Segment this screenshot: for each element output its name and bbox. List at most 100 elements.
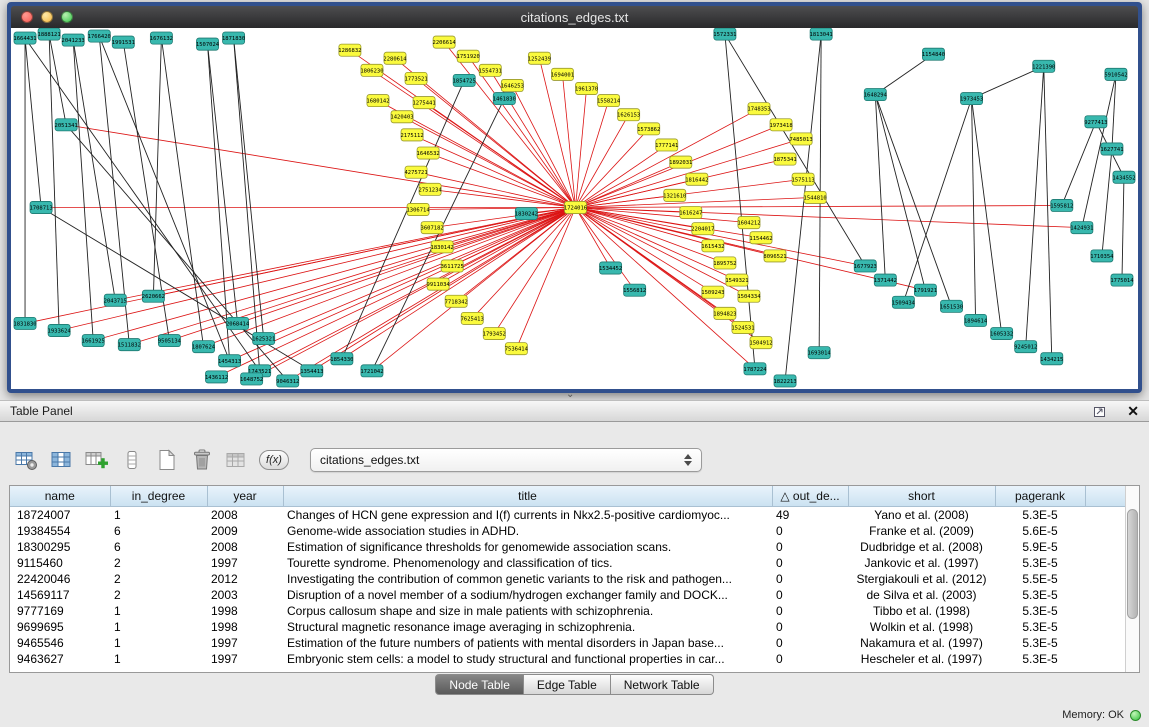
graph-node[interactable]: 2041233: [62, 34, 85, 46]
column-header-pagerank[interactable]: pagerank: [995, 486, 1085, 506]
table-row[interactable]: 2242004622012Investigating the contribut…: [10, 571, 1125, 587]
graph-node[interactable]: 1524531: [731, 321, 754, 333]
column-header-name[interactable]: name: [10, 486, 110, 506]
graph-node[interactable]: 1694001: [551, 68, 574, 80]
graph-node[interactable]: 1773521: [404, 72, 427, 84]
table-mode-icon[interactable]: [14, 449, 40, 471]
graph-node[interactable]: 3611725: [441, 260, 464, 272]
graph-node[interactable]: 9245012: [1014, 341, 1037, 353]
graph-node[interactable]: 1575113: [792, 173, 815, 185]
graph-node[interactable]: 1646532: [417, 147, 440, 159]
table-row[interactable]: 969969511998Structural magnetic resonanc…: [10, 619, 1125, 635]
graph-node[interactable]: 1605332: [990, 327, 1013, 339]
graph-node[interactable]: 5910542: [1104, 68, 1127, 80]
network-canvas[interactable]: 1724016128683218062302280614177352116801…: [11, 28, 1138, 389]
table-row[interactable]: 946554611997Estimation of the future num…: [10, 635, 1125, 651]
graph-node[interactable]: 1680142: [366, 95, 389, 107]
graph-node[interactable]: 1961370: [575, 82, 598, 94]
graph-node[interactable]: 9046312: [276, 375, 299, 387]
graph-node[interactable]: 1648294: [864, 89, 888, 101]
graph-node[interactable]: 2280614: [383, 52, 407, 64]
graph-node[interactable]: 1933624: [48, 324, 72, 336]
column-header-year[interactable]: year: [207, 486, 283, 506]
scrollbar-thumb[interactable]: [1127, 509, 1138, 619]
graph-node[interactable]: 1626153: [617, 109, 640, 121]
graph-node[interactable]: 3607182: [421, 222, 444, 234]
graph-node[interactable]: 1648752: [240, 373, 263, 385]
graph-node[interactable]: 1787224: [743, 363, 767, 375]
graph-node[interactable]: 4275721: [404, 166, 427, 178]
graph-node[interactable]: 1888121: [38, 28, 61, 40]
graph-node[interactable]: 1822213: [773, 375, 796, 387]
graph-node[interactable]: 1434215: [1040, 353, 1063, 365]
graph-node[interactable]: 1511832: [118, 339, 141, 351]
tab-node-table[interactable]: Node Table: [435, 674, 524, 695]
graph-node[interactable]: 1504334: [737, 290, 761, 302]
graph-node[interactable]: 1724016: [564, 201, 587, 213]
window-titlebar[interactable]: citations_edges.txt: [11, 6, 1138, 28]
graph-node[interactable]: 1544810: [804, 191, 827, 203]
zoom-window-button[interactable]: [61, 11, 73, 23]
graph-node[interactable]: 2620662: [142, 290, 165, 302]
graph-node[interactable]: 2206614: [433, 36, 457, 48]
graph-node[interactable]: 1664431: [13, 32, 36, 44]
graph-node[interactable]: 1556812: [623, 284, 646, 296]
graph-node[interactable]: 1509243: [701, 286, 724, 298]
graph-node[interactable]: 1710354: [1090, 250, 1114, 262]
column-header-in_degree[interactable]: in_degree: [110, 486, 207, 506]
graph-node[interactable]: 2068414: [226, 317, 250, 329]
graph-node[interactable]: 1676132: [150, 32, 173, 44]
graph-node[interactable]: 1677923: [854, 260, 877, 272]
column-header-out_degree[interactable]: △ out_de...: [772, 486, 848, 506]
close-window-button[interactable]: [21, 11, 33, 23]
table-row[interactable]: 946362711997Embryonic stem cells: a mode…: [10, 651, 1125, 667]
table-row[interactable]: 1830029562008Estimation of significance …: [10, 539, 1125, 555]
graph-node[interactable]: 1895752: [713, 257, 736, 269]
graph-node[interactable]: 7536414: [505, 343, 529, 355]
graph-node[interactable]: 1507024: [196, 38, 220, 50]
graph-node[interactable]: 1751920: [457, 50, 480, 62]
graph-node[interactable]: 1454313: [218, 355, 241, 367]
graph-node[interactable]: 1627741: [1100, 143, 1123, 155]
graph-node[interactable]: 1154840: [922, 48, 945, 60]
graph-node[interactable]: 1894823: [713, 307, 736, 319]
graph-node[interactable]: 1892031: [669, 156, 692, 168]
graph-node[interactable]: 1616247: [679, 206, 702, 218]
graph-node[interactable]: 1221390: [1032, 60, 1055, 72]
function-builder-icon[interactable]: f(x): [259, 450, 289, 470]
table-row[interactable]: 1872400712008Changes of HCN gene express…: [10, 506, 1125, 523]
graph-node[interactable]: 1854330: [330, 353, 353, 365]
graph-node[interactable]: 1651530: [940, 300, 963, 312]
delete-table-icon[interactable]: [189, 449, 215, 471]
graph-node[interactable]: 1693014: [808, 347, 832, 359]
show-columns-icon[interactable]: [49, 449, 75, 471]
graph-node[interactable]: 2204017: [691, 223, 714, 235]
minimize-window-button[interactable]: [41, 11, 53, 23]
graph-node[interactable]: 1625321: [252, 333, 275, 345]
graph-node[interactable]: 1830142: [431, 241, 454, 253]
graph-node[interactable]: 9505134: [158, 335, 182, 347]
graph-node[interactable]: 1420403: [390, 111, 413, 123]
graph-node[interactable]: 1595812: [1050, 199, 1073, 211]
graph-node[interactable]: 1509434: [892, 296, 916, 308]
table-selector-dropdown[interactable]: citations_edges.txt: [310, 448, 702, 472]
graph-node[interactable]: 2051341: [55, 119, 78, 131]
graph-node[interactable]: 1991531: [112, 36, 135, 48]
new-table-icon[interactable]: [154, 449, 180, 471]
graph-node[interactable]: 1708713: [29, 201, 52, 213]
graph-node[interactable]: 7718342: [445, 295, 468, 307]
import-table-icon[interactable]: [224, 449, 250, 471]
graph-node[interactable]: 2043715: [104, 294, 127, 306]
graph-node[interactable]: 1766420: [88, 30, 111, 42]
graph-node[interactable]: 1615432: [701, 240, 724, 252]
graph-node[interactable]: 2175112: [400, 129, 423, 141]
create-column-icon[interactable]: [84, 449, 110, 471]
graph-node[interactable]: 1830242: [515, 207, 538, 219]
table-scrollbar[interactable]: [1125, 486, 1139, 672]
graph-node[interactable]: 1354413: [300, 365, 323, 377]
graph-node[interactable]: 1806230: [360, 64, 383, 76]
float-panel-icon[interactable]: [1087, 400, 1113, 422]
graph-node[interactable]: 2751234: [419, 183, 443, 195]
graph-node[interactable]: 1831830: [13, 317, 36, 329]
table-row[interactable]: 911546021997Tourette syndrome. Phenomeno…: [10, 555, 1125, 571]
